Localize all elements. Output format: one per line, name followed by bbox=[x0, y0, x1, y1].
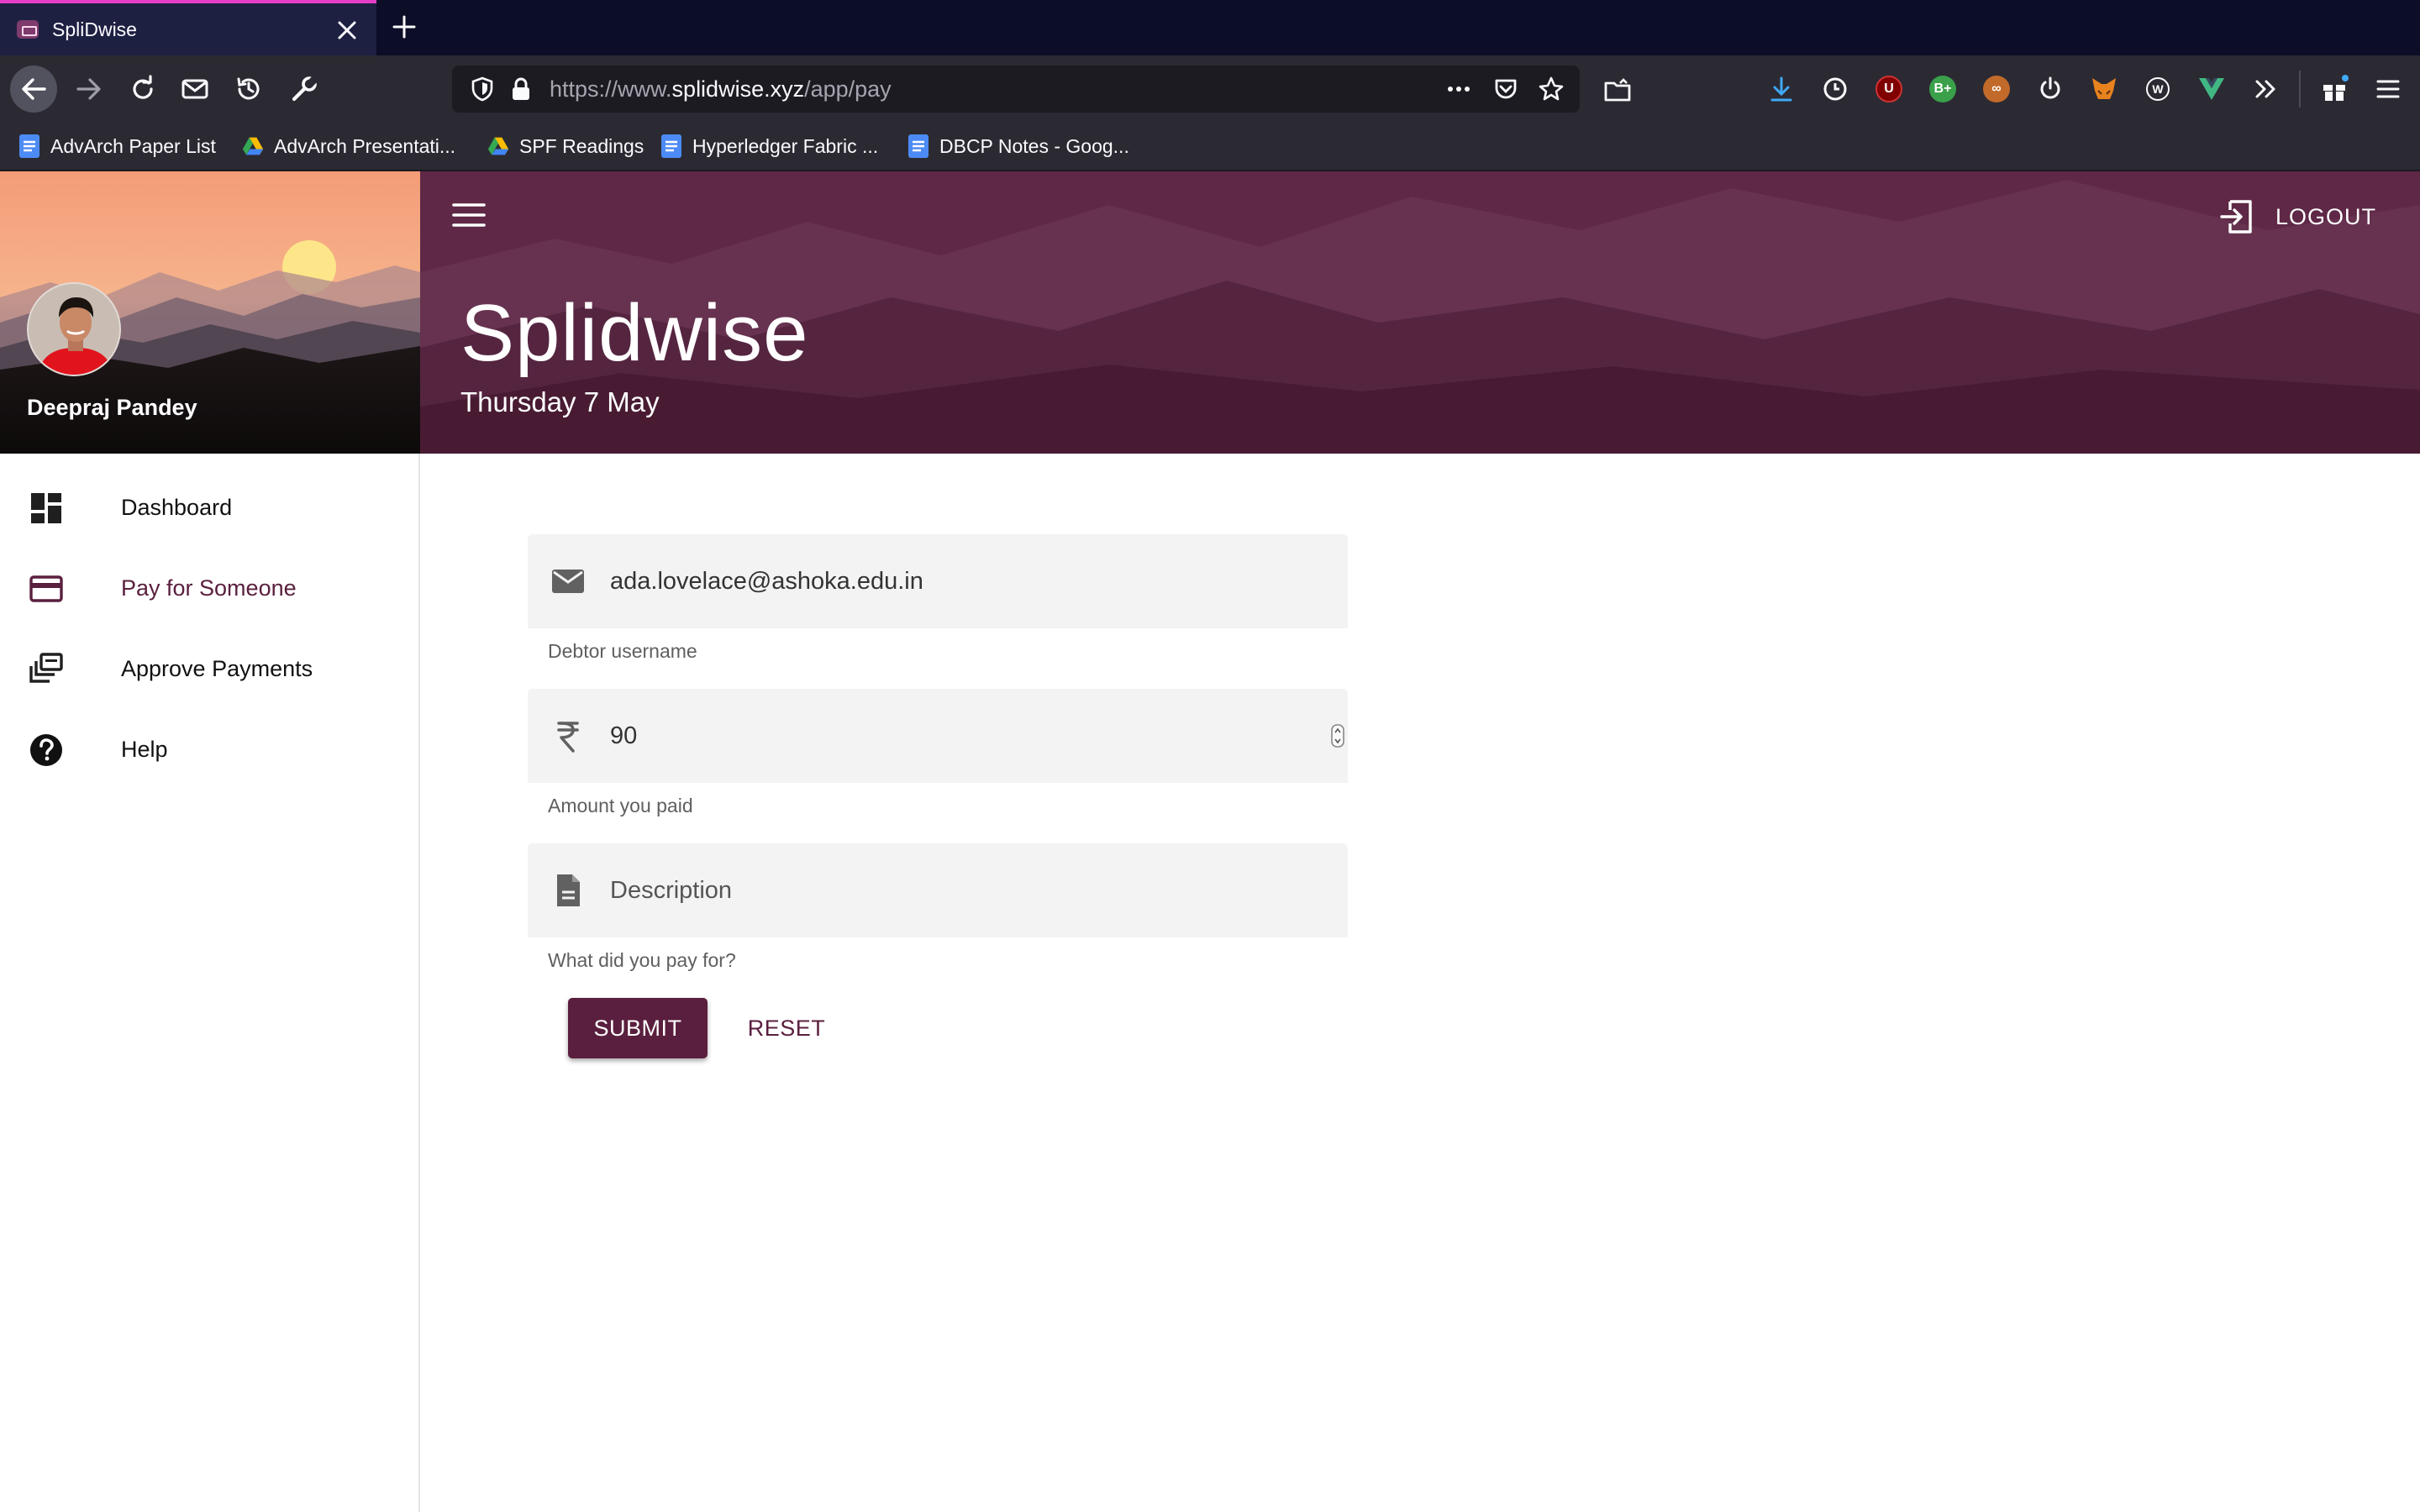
sidebar-item-pay-for-someone[interactable]: Pay for Someone bbox=[0, 548, 418, 628]
google-docs-icon bbox=[908, 134, 929, 158]
gift-icon[interactable] bbox=[2317, 72, 2351, 106]
owl-icon[interactable]: ∞ bbox=[1980, 72, 2013, 106]
close-tab-icon[interactable] bbox=[334, 18, 360, 43]
pay-form: Debtor username Amount you paid What did… bbox=[420, 454, 2420, 1512]
dashboard-icon bbox=[31, 493, 61, 523]
profile-header: Deepraj Pandey bbox=[0, 171, 420, 454]
reset-button[interactable]: RESET bbox=[736, 998, 837, 1058]
lock-icon[interactable] bbox=[508, 76, 534, 102]
url-domain: splidwise.xyz bbox=[671, 76, 805, 102]
debtor-helper-text: Debtor username bbox=[548, 640, 697, 662]
tools-button[interactable] bbox=[281, 66, 328, 113]
number-stepper-icon[interactable] bbox=[1331, 724, 1344, 748]
app-header: LOGOUT Splidwise Thursday 7 May bbox=[420, 171, 2420, 454]
avatar[interactable] bbox=[27, 282, 121, 376]
tab-favicon-icon bbox=[17, 20, 39, 39]
more-actions-icon[interactable] bbox=[1445, 76, 1472, 102]
download-icon[interactable] bbox=[1765, 72, 1798, 106]
sidebar-item-help[interactable]: Help bbox=[0, 709, 418, 790]
hamburger-menu-icon[interactable] bbox=[450, 197, 487, 234]
shield-icon[interactable] bbox=[469, 76, 496, 102]
url-text[interactable]: https://www.splidwise.xyz/app/pay bbox=[550, 66, 892, 113]
wrench-icon bbox=[292, 76, 318, 102]
rupee-icon bbox=[557, 722, 579, 753]
bookmarks-bar: AdvArch Paper List AdvArch Presentati...… bbox=[0, 123, 2420, 171]
forward-button[interactable] bbox=[66, 66, 113, 113]
arrow-right-icon bbox=[76, 78, 101, 100]
mail-icon bbox=[182, 79, 208, 99]
credit-card-icon bbox=[29, 575, 63, 602]
bookmark-dbcp-notes[interactable]: DBCP Notes - Goog... bbox=[908, 123, 1129, 170]
logout-icon bbox=[2220, 200, 2252, 234]
email-icon bbox=[552, 570, 584, 593]
toolbar-divider bbox=[2299, 71, 2301, 108]
tab-title: SpliDwise bbox=[52, 18, 137, 40]
bplus-icon[interactable]: B+ bbox=[1926, 72, 1960, 106]
pocket-icon[interactable] bbox=[1492, 76, 1519, 102]
bookmark-label: SPF Readings bbox=[519, 134, 644, 157]
reload-icon bbox=[133, 75, 153, 99]
amount-field[interactable] bbox=[528, 689, 1348, 783]
sidebar-item-label: Approve Payments bbox=[121, 656, 313, 681]
sidebar-item-label: Pay for Someone bbox=[121, 575, 297, 601]
help-icon bbox=[30, 734, 62, 766]
sidebar: Deepraj Pandey Dashboard Pay for Someone… bbox=[0, 171, 420, 1512]
clock-icon[interactable] bbox=[1818, 72, 1852, 106]
browser-tab-bar: SpliDwise bbox=[0, 0, 2420, 55]
power-icon[interactable] bbox=[2033, 72, 2067, 106]
browser-tab[interactable]: SpliDwise bbox=[0, 0, 376, 55]
bookmark-label: DBCP Notes - Goog... bbox=[939, 134, 1129, 157]
google-drive-icon bbox=[242, 137, 264, 155]
google-docs-icon bbox=[19, 134, 39, 158]
bookmark-hyperledger-fabric[interactable]: Hyperledger Fabric ... bbox=[660, 123, 878, 170]
bookmark-spf-readings[interactable]: SPF Readings bbox=[487, 123, 644, 170]
sidebar-item-label: Help bbox=[121, 737, 168, 762]
logout-label: LOGOUT bbox=[2275, 203, 2377, 229]
debtor-username-input[interactable] bbox=[608, 534, 1281, 628]
arrow-left-icon bbox=[22, 78, 46, 100]
w-icon[interactable]: W bbox=[2141, 72, 2175, 106]
page-date: Thursday 7 May bbox=[460, 386, 660, 417]
url-prefix: https://www. bbox=[550, 76, 672, 102]
sidebar-item-approve-payments[interactable]: Approve Payments bbox=[0, 628, 418, 709]
ublock-icon[interactable]: U bbox=[1872, 72, 1906, 106]
google-drive-icon bbox=[487, 137, 509, 155]
menu-icon[interactable] bbox=[2371, 72, 2405, 106]
history-button[interactable] bbox=[225, 66, 272, 113]
debtor-field[interactable] bbox=[528, 534, 1348, 628]
bookmark-advarch-presentation[interactable]: AdvArch Presentati... bbox=[242, 123, 455, 170]
description-input[interactable] bbox=[608, 843, 1281, 937]
bookmark-label: Hyperledger Fabric ... bbox=[692, 134, 879, 157]
page-title: Splidwise bbox=[460, 288, 809, 378]
document-icon bbox=[557, 874, 580, 906]
bookmark-advarch-paper-list[interactable]: AdvArch Paper List bbox=[18, 123, 216, 170]
vue-icon[interactable] bbox=[2195, 72, 2228, 106]
amount-input[interactable] bbox=[608, 689, 1281, 783]
address-bar[interactable]: https://www.splidwise.xyz/app/pay bbox=[452, 66, 1580, 113]
submit-button[interactable]: SUBMIT bbox=[568, 998, 708, 1058]
library-icon bbox=[29, 653, 63, 683]
overflow-icon[interactable] bbox=[2249, 72, 2282, 106]
browser-toolbar: https://www.splidwise.xyz/app/pay U B+ ∞… bbox=[0, 55, 2420, 123]
amount-helper-text: Amount you paid bbox=[548, 795, 693, 816]
library-folder-icon[interactable] bbox=[1603, 76, 1632, 104]
mail-button[interactable] bbox=[171, 66, 218, 113]
star-icon[interactable] bbox=[1538, 76, 1565, 102]
history-icon bbox=[237, 77, 260, 100]
sidebar-item-dashboard[interactable]: Dashboard bbox=[0, 467, 418, 548]
fox-icon[interactable] bbox=[2087, 72, 2121, 106]
user-name: Deepraj Pandey bbox=[27, 395, 197, 420]
url-path: /app/pay bbox=[804, 76, 892, 102]
sidebar-item-label: Dashboard bbox=[121, 495, 233, 520]
description-helper-text: What did you pay for? bbox=[548, 949, 736, 971]
bookmark-label: AdvArch Presentati... bbox=[274, 134, 456, 157]
user-photo bbox=[29, 284, 119, 375]
google-docs-icon bbox=[661, 134, 681, 158]
back-button[interactable] bbox=[10, 66, 57, 113]
logout-button[interactable]: LOGOUT bbox=[2218, 197, 2376, 237]
new-tab-icon[interactable] bbox=[392, 14, 417, 39]
description-field[interactable] bbox=[528, 843, 1348, 937]
reload-button[interactable] bbox=[119, 66, 166, 113]
bookmark-label: AdvArch Paper List bbox=[50, 134, 216, 157]
